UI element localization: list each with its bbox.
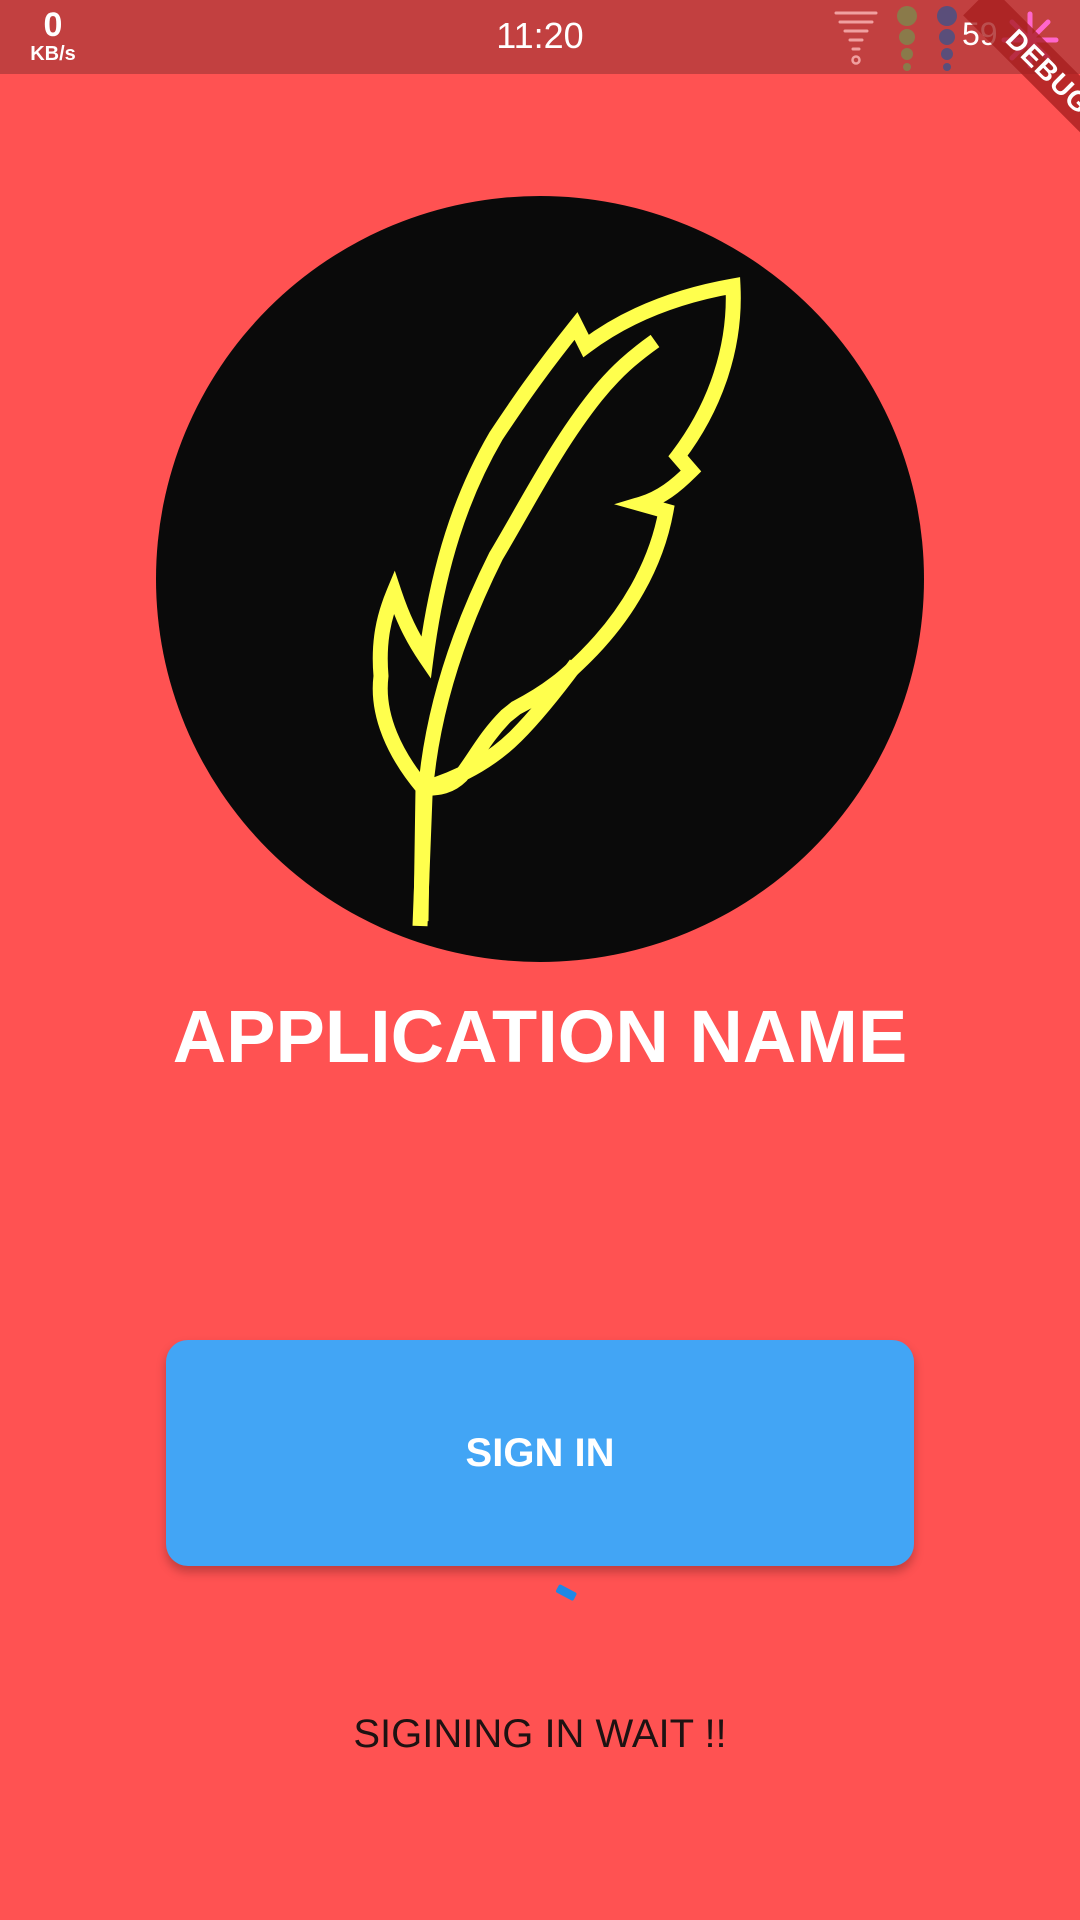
sign-in-button[interactable]: SIGN IN xyxy=(166,1340,914,1566)
status-bar: 0 KB/s 11:20 59 xyxy=(0,0,1080,74)
logo-circle xyxy=(156,196,924,962)
wifi-icon xyxy=(832,8,880,66)
app-name: APPLICATION NAME xyxy=(172,995,908,1078)
battery-level: 59 xyxy=(962,16,998,52)
progress-spinner xyxy=(553,1582,579,1604)
signing-in-status: SIGINING IN WAIT !! xyxy=(353,1712,727,1756)
signal-1-icon xyxy=(895,4,919,72)
loading-fan-icon xyxy=(1000,10,1060,70)
app-logo xyxy=(156,196,924,962)
signal-2-icon xyxy=(935,4,959,72)
